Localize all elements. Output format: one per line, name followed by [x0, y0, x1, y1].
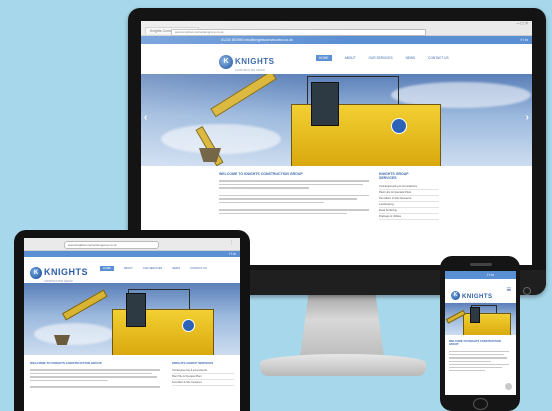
text-line — [219, 187, 309, 189]
hero-slider[interactable]: ‹ › — [141, 74, 532, 166]
sidebar-item[interactable]: Demolition & Site Clearance — [172, 380, 234, 386]
nav-home[interactable]: HOME — [316, 55, 332, 61]
logo-tagline: CONSTRUCTION GROUP — [235, 69, 265, 72]
logo-globe-icon: K — [451, 290, 460, 300]
cloud — [161, 124, 281, 154]
text-line — [219, 183, 363, 185]
text-line — [219, 209, 369, 211]
text-line — [30, 379, 108, 381]
slider-prev-button[interactable]: ‹ — [144, 112, 147, 123]
social-icons[interactable]: f t in — [487, 271, 494, 279]
text-line — [219, 180, 369, 182]
hero-slider[interactable] — [24, 283, 240, 355]
desktop-website: Knights Construction Group www.knightsco… — [141, 21, 532, 265]
text-line — [449, 363, 509, 365]
home-button-icon[interactable] — [473, 398, 488, 410]
nav-news[interactable]: NEWS — [406, 55, 416, 61]
excavator-window — [126, 293, 146, 327]
desktop-screen: Knights Construction Group www.knightsco… — [141, 21, 532, 265]
logo-globe-icon: K — [30, 266, 42, 279]
welcome-heading: WELCOME TO KNIGHTS CONSTRUCTION GROUP — [30, 361, 102, 365]
nav-contact[interactable]: CONTACT US — [190, 266, 207, 271]
sidebar-title: KNIGHTS GROUP SERVICES — [379, 172, 409, 180]
main-nav: HOME ABOUT OUR SERVICES NEWS CONTACT US — [100, 266, 207, 271]
nav-about[interactable]: ABOUT — [124, 266, 133, 271]
browser-chrome: www.knightsconstructiongroup.co.uk ⋮ — [24, 238, 240, 251]
text-line — [219, 194, 369, 196]
logo-wordmark: KNIGHTS — [235, 57, 275, 66]
welcome-heading: WELCOME TO KNIGHTS CONSTRUCTION GROUP — [449, 340, 501, 346]
window-controls-icon[interactable]: – □ × — [517, 21, 529, 27]
text-line — [449, 370, 485, 372]
site-logo[interactable]: K KNIGHTS CONSTRUCTION GROUP — [451, 285, 493, 305]
slider-next-button[interactable]: › — [526, 112, 529, 123]
phone-website: f t in K KNIGHTS CONSTRUCTION GROUP ≡ WE… — [445, 271, 516, 395]
monitor-stand-foot — [260, 354, 426, 376]
browser-chrome: Knights Construction Group www.knightsco… — [141, 21, 532, 36]
contact-info: 01234 567890 info@knightsconstruction.co… — [221, 38, 293, 42]
top-contact-bar: 01234 567890 info@knightsconstruction.co… — [141, 36, 532, 44]
site-header: K KNIGHTS CONSTRUCTION GROUP HOME ABOUT … — [24, 257, 240, 283]
intro-paragraph — [219, 180, 369, 216]
hamburger-menu-icon[interactable]: ≡ — [506, 285, 511, 294]
intro-paragraph — [30, 369, 160, 390]
nav-contact[interactable]: CONTACT US — [428, 55, 448, 61]
hero-slider[interactable] — [445, 303, 516, 335]
text-line — [449, 351, 509, 353]
nav-home[interactable]: HOME — [100, 266, 114, 271]
nav-services[interactable]: OUR SERVICES — [143, 266, 163, 271]
phone-screen: f t in K KNIGHTS CONSTRUCTION GROUP ≡ WE… — [445, 271, 516, 395]
browser-menu-icon[interactable]: ⋮ — [229, 240, 234, 246]
text-line — [219, 212, 347, 214]
text-line — [30, 372, 153, 374]
text-line — [219, 198, 357, 200]
excavator-window — [470, 307, 480, 323]
logo-globe-icon: K — [219, 54, 233, 69]
phone-speaker — [470, 263, 492, 266]
excavator-window — [311, 82, 339, 126]
content-area: WELCOME TO KNIGHTS CONSTRUCTION GROUP KN… — [24, 355, 240, 411]
tablet-screen: www.knightsconstructiongroup.co.uk ⋮ f t… — [24, 238, 240, 411]
content-area: WELCOME TO KNIGHTS CONSTRUCTION GROUP — [445, 335, 516, 395]
text-line — [449, 354, 505, 356]
social-icons[interactable]: f t in — [520, 36, 528, 44]
sidebar-item[interactable]: Drainage & Utilities — [379, 214, 439, 220]
text-line — [30, 386, 160, 388]
text-line — [30, 369, 160, 371]
text-line — [30, 376, 158, 378]
cloud — [34, 323, 114, 345]
scroll-to-top-icon[interactable] — [505, 383, 512, 390]
site-logo[interactable]: K KNIGHTS CONSTRUCTION GROUP — [30, 262, 88, 283]
power-button-icon — [523, 287, 531, 295]
tablet-website: www.knightsconstructiongroup.co.uk ⋮ f t… — [24, 238, 240, 411]
excavator-boom — [210, 74, 277, 118]
nav-services[interactable]: OUR SERVICES — [369, 55, 393, 61]
excavator-logo-icon — [182, 319, 195, 332]
site-header: K KNIGHTS CONSTRUCTION GROUP HOME ABOUT … — [141, 44, 532, 74]
monitor-stand-neck — [300, 295, 384, 357]
site-logo[interactable]: K KNIGHTS CONSTRUCTION GROUP — [219, 51, 275, 72]
services-sidebar: KNIGHTS GROUP SERVICES Civil Engineering… — [172, 361, 234, 386]
sidebar-title: KNIGHTS GROUP SERVICES — [172, 361, 214, 365]
main-nav: HOME ABOUT OUR SERVICES NEWS CONTACT US — [316, 55, 449, 61]
services-sidebar: KNIGHTS GROUP SERVICES Civil Engineering… — [379, 172, 439, 220]
address-bar[interactable]: www.knightsconstructiongroup.co.uk — [64, 241, 159, 249]
text-line — [449, 360, 491, 362]
logo-wordmark: KNIGHTS — [44, 267, 88, 277]
nav-news[interactable]: NEWS — [172, 266, 180, 271]
excavator-logo-icon — [391, 118, 407, 134]
nav-about[interactable]: ABOUT — [345, 55, 356, 61]
text-line — [449, 357, 508, 359]
logo-wordmark: KNIGHTS — [462, 294, 493, 300]
text-line — [219, 201, 324, 203]
intro-paragraph — [449, 351, 509, 373]
text-line — [449, 366, 502, 369]
welcome-heading: WELCOME TO KNIGHTS CONSTRUCTION GROUP — [219, 172, 303, 176]
top-contact-bar: f t in — [445, 271, 516, 279]
address-bar[interactable]: www.knightsconstructiongroup.co.uk — [171, 29, 426, 36]
excavator-boom — [62, 289, 108, 321]
site-header: K KNIGHTS CONSTRUCTION GROUP ≡ — [445, 279, 516, 305]
